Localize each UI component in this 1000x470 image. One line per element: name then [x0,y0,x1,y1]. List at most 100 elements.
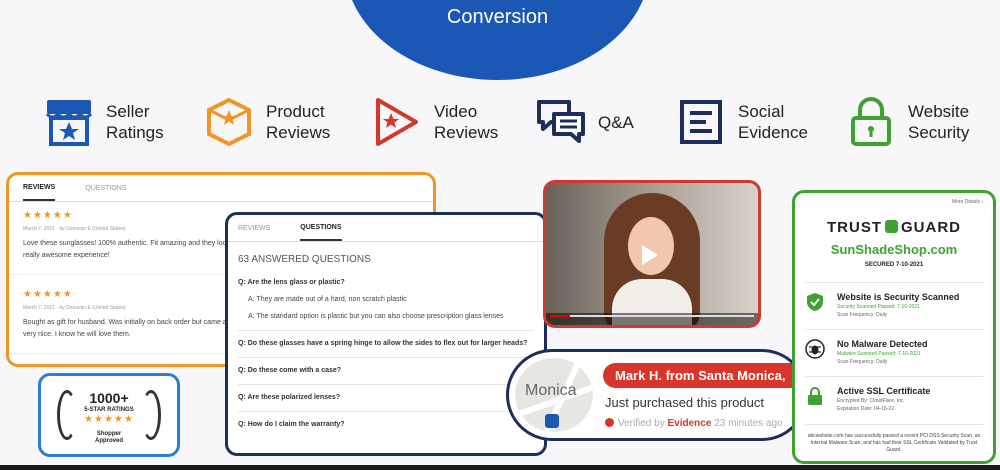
badge-count: 1000+ [89,390,129,406]
qa-tabs: REVIEWS QUESTIONS [228,215,544,242]
divider [238,384,534,385]
trust-footer: abcwebsite.com has successfully passed a… [805,424,983,454]
purchase-message: Just purchased this product [605,395,764,410]
answer-text: A: The standard option is plastic but yo… [248,313,504,320]
play-star-icon [376,98,418,146]
feature-line1: Website [908,102,970,121]
map-thumbnail: Monica [515,358,593,432]
answered-count: 63 ANSWERED QUESTIONS [238,254,371,265]
feature-seller-ratings: Seller Ratings [44,96,164,148]
buyer-name: Mark H. from Santa Monica, CA [603,363,805,408]
logo-word-left: TRUST [827,219,882,236]
question-item[interactable]: Q: Do these glasses have a spring hinge … [228,340,544,347]
box-star-icon [207,97,251,147]
store-icon [45,100,93,146]
video-progress-bar[interactable] [550,315,754,317]
feature-product-reviews: Product Reviews [204,96,330,148]
divider [238,411,534,412]
verified-by: Verified by [618,418,665,429]
video-player[interactable] [543,180,761,328]
trust-guard-widget: More Details › TRUST GUARD SunShadeShop.c… [792,190,996,464]
trust-item-title: No Malware Detected [837,339,928,349]
feature-qa: Q&A [536,96,634,148]
purchase-time: 23 minutes ago [714,418,783,429]
trust-item: Website is Security Scanned Security Scan… [805,282,983,318]
feature-line1: Seller [106,102,150,121]
logo-word-right: GUARD [901,219,961,236]
divider [238,330,534,331]
secured-date: SECURED 7-10-2021 [864,262,924,268]
check-icon [605,418,614,427]
trust-item-sub: Malware Scanned Passed: 7-10-2021 [837,351,921,357]
purchase-notification: Monica Mark H. from Santa Monica, CA Jus… [506,349,808,441]
video-controls[interactable] [546,313,758,325]
feature-line1: Video [434,102,478,121]
bottom-bar [0,465,1000,470]
feature-website-security: Website Security [846,96,969,148]
review-text: Bought as gift for husband. Was initiall… [23,319,235,338]
badge-label: 5-STAR RATINGS [84,407,134,413]
trust-item: Active SSL Certificate Encrypted By: Clou… [805,376,983,412]
trust-item: No Malware Detected Malware Scanned Passe… [805,329,983,365]
shield-check-icon [807,293,823,311]
chat-bubbles-icon [537,100,585,143]
question-item[interactable]: Q: Are the lens glass or plastic? A: The… [228,279,544,320]
trust-item-title: Website is Security Scanned [837,292,960,302]
feature-line1: Social [738,102,785,121]
question-text: Q: Do these come with a case? [238,367,342,374]
badge-stars: ★★★★★ [84,414,134,425]
badge-brand-line1: Shopper [96,431,122,437]
feature-line2: Evidence [738,123,808,142]
feature-social-evidence: Social Evidence [676,96,808,148]
trust-items: Website is Security Scanned Security Scan… [805,282,983,412]
play-icon[interactable] [642,245,658,265]
banner-title: Conversion [446,6,549,28]
evidence-brand[interactable]: Evidence [667,418,711,429]
question-item[interactable]: Q: How do I claim the warranty? [228,421,544,428]
questions-widget: REVIEWS QUESTIONS 63 ANSWERED QUESTIONS … [225,212,547,456]
lock-icon [851,97,891,146]
question-item[interactable]: Q: Do these come with a case? [228,367,544,374]
badge-brand-line2: Approved [94,438,123,444]
video-progress-fill [550,315,571,317]
five-star-badge: 1000+ 5-STAR RATINGS ★★★★★ Shopper Approv… [38,373,180,457]
trust-item-sub: Scan Frequency: Daily [837,312,888,318]
trust-guard-logo: TRUST GUARD [805,219,983,236]
feature-video-reviews: Video Reviews [372,96,498,148]
tab-reviews[interactable]: REVIEWS [23,175,56,201]
feature-line2: Ratings [106,123,164,142]
padlock-icon [808,387,822,405]
tab-questions[interactable]: QUESTIONS [85,175,126,201]
question-text: Q: Are these polarized lenses? [238,394,341,401]
map-label: Monica [525,382,577,399]
trust-item-sub: Expiration Date: 04-16-22 [837,406,894,412]
conversion-banner: Conversion [345,0,650,80]
logo-lock-icon [885,220,898,233]
trust-item-title: Active SSL Certificate [837,386,931,396]
feature-line2: Reviews [266,123,331,142]
verified-line: Verified by Evidence 23 minutes ago [605,418,783,429]
feature-line2: Reviews [434,123,499,142]
answer-text: A: They are made out of a hard, non scra… [248,296,407,303]
site-name: SunShadeShop.com [830,242,958,257]
trust-item-sub: Encrypted By: CloudFlare, Inc. [837,398,905,404]
document-icon [680,100,722,144]
review-text: Love these sunglasses! 100% authentic. F… [23,240,236,259]
reviews-tabs: REVIEWS QUESTIONS [9,175,433,202]
badge-brand: Shopper Approved [41,431,177,445]
question-item[interactable]: Q: Are these polarized lenses? [228,394,544,401]
feature-line2: Security [908,123,970,142]
feature-line1: Product [266,102,325,121]
trust-item-sub: Scan Frequency: Daily [837,359,888,365]
question-text: Q: How do I claim the warranty? [238,421,345,428]
feature-line1: Q&A [598,112,634,132]
tab-reviews[interactable]: REVIEWS [238,215,270,241]
bug-icon [805,339,825,359]
more-details-link[interactable]: More Details › [952,199,983,205]
trust-item-sub: Security Scanned Passed: 7-10-2021 [837,304,920,310]
map-pin-icon [545,414,559,428]
question-text: Q: Do these glasses have a spring hinge … [238,340,528,347]
question-text: Q: Are the lens glass or plastic? [238,279,345,286]
divider [238,357,534,358]
tab-questions[interactable]: QUESTIONS [300,215,342,241]
